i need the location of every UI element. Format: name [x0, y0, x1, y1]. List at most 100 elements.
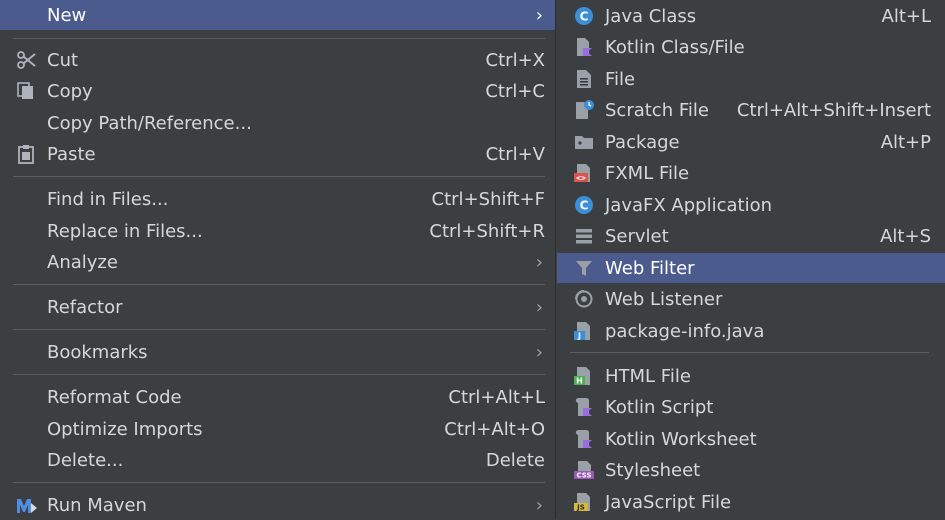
submenu-item-kotlin-class[interactable]: Kotlin Class/File — [557, 32, 945, 62]
class-letter: C — [580, 199, 589, 213]
submenu-item-scratch-file[interactable]: Scratch File Ctrl+Alt+Shift+Insert — [557, 95, 945, 125]
html-file-icon: H — [574, 366, 594, 386]
submenu-item-label: FXML File — [605, 162, 690, 184]
submenu-item-label: Kotlin Worksheet — [605, 428, 757, 450]
menu-separator — [13, 374, 545, 375]
submenu-item-label: Web Filter — [605, 257, 695, 279]
new-submenu: C Java Class Alt+L Kotlin Class/File Fil… — [557, 0, 945, 519]
menu-item-shortcut: Ctrl+V — [485, 143, 545, 165]
menu-item-paste[interactable]: Paste Ctrl+V — [0, 139, 555, 169]
submenu-item-label: package-info.java — [605, 320, 765, 342]
menu-item-label: Delete... — [47, 449, 124, 471]
menu-separator — [13, 38, 545, 39]
js-file-icon: JS — [574, 492, 594, 512]
html-letter: H — [576, 377, 583, 386]
submenu-item-shortcut: Alt+L — [881, 5, 931, 27]
submenu-item-web-filter[interactable]: Web Filter — [557, 253, 945, 283]
kotlin-script-icon — [574, 397, 594, 417]
menu-item-new[interactable]: New › — [0, 0, 555, 30]
java-file-icon: J — [574, 321, 594, 341]
copy-icon — [16, 81, 36, 101]
submenu-item-label: File — [605, 68, 636, 90]
menu-item-analyze[interactable]: Analyze › — [0, 247, 555, 277]
menu-item-label: Copy — [47, 80, 93, 102]
menu-item-label: Paste — [47, 143, 96, 165]
menu-item-label: New — [47, 4, 87, 26]
submenu-item-web-listener[interactable]: Web Listener — [557, 284, 945, 314]
menu-separator — [13, 482, 545, 483]
listener-icon — [574, 289, 594, 309]
css-text: CSS — [576, 472, 591, 480]
submenu-item-label: Kotlin Class/File — [605, 36, 745, 58]
menu-separator — [13, 329, 545, 330]
menu-item-label: Refactor — [47, 296, 123, 318]
submenu-item-html-file[interactable]: H HTML File — [557, 361, 945, 391]
submenu-item-fxml-file[interactable]: <> FXML File — [557, 158, 945, 188]
menu-item-refactor[interactable]: Refactor › — [0, 292, 555, 322]
submenu-item-label: Package — [605, 131, 680, 153]
menu-item-shortcut: Ctrl+C — [485, 80, 545, 102]
submenu-item-label: JavaFX Application — [605, 194, 773, 216]
submenu-item-java-class[interactable]: C Java Class Alt+L — [557, 1, 945, 31]
menu-item-shortcut: Ctrl+Alt+O — [444, 418, 545, 440]
js-text: JS — [576, 504, 585, 512]
submenu-item-kotlin-worksheet[interactable]: Kotlin Worksheet — [557, 424, 945, 454]
file-icon — [574, 69, 594, 89]
submenu-item-servlet[interactable]: Servlet Alt+S — [557, 221, 945, 251]
clipboard-icon — [16, 144, 36, 164]
javafx-class-icon: C — [574, 195, 594, 215]
submenu-separator — [570, 352, 929, 353]
submenu-item-file[interactable]: File — [557, 64, 945, 94]
submenu-item-javafx-application[interactable]: C JavaFX Application — [557, 190, 945, 220]
submenu-item-stylesheet[interactable]: CSS Stylesheet — [557, 455, 945, 485]
menu-item-label: Bookmarks — [47, 341, 148, 363]
submenu-arrow-icon: › — [535, 341, 543, 363]
menu-item-label: Optimize Imports — [47, 418, 203, 440]
submenu-item-package[interactable]: Package Alt+P — [557, 127, 945, 157]
menu-item-delete[interactable]: Delete... Delete — [0, 445, 555, 475]
menu-item-copy-path[interactable]: Copy Path/Reference... — [0, 108, 555, 138]
submenu-item-javascript-file[interactable]: JS JavaScript File — [557, 487, 945, 517]
submenu-item-label: Stylesheet — [605, 459, 701, 481]
java-letter: J — [577, 332, 581, 341]
submenu-item-kotlin-script[interactable]: Kotlin Script — [557, 392, 945, 422]
menu-item-label: Replace in Files... — [47, 220, 203, 242]
menu-item-shortcut: Ctrl+X — [485, 49, 545, 71]
kotlin-worksheet-icon — [574, 429, 594, 449]
scratch-file-icon — [574, 100, 594, 120]
menu-item-run-maven[interactable]: Run Maven › — [0, 490, 555, 520]
menu-item-cut[interactable]: Cut Ctrl+X — [0, 45, 555, 75]
menu-item-optimize-imports[interactable]: Optimize Imports Ctrl+Alt+O — [0, 414, 555, 444]
css-file-icon: CSS — [574, 460, 594, 480]
submenu-item-label: Java Class — [605, 5, 697, 27]
menu-item-replace-in-files[interactable]: Replace in Files... Ctrl+Shift+R — [0, 216, 555, 246]
submenu-item-label: Servlet — [605, 225, 669, 247]
submenu-item-shortcut: Ctrl+Alt+Shift+Insert — [736, 99, 931, 121]
menu-item-label: Find in Files... — [47, 188, 169, 210]
menu-item-shortcut: Delete — [485, 449, 545, 471]
menu-item-label: Run Maven — [47, 494, 147, 516]
submenu-arrow-icon: › — [535, 296, 543, 318]
menu-item-bookmarks[interactable]: Bookmarks › — [0, 337, 555, 367]
submenu-item-label: Kotlin Script — [605, 396, 714, 418]
submenu-arrow-icon: › — [535, 494, 543, 516]
submenu-item-label: HTML File — [605, 365, 691, 387]
submenu-item-label: JavaScript File — [605, 491, 732, 513]
menu-item-label: Analyze — [47, 251, 118, 273]
context-menu: New › Cut Ctrl+X Copy Ctrl+C Copy Path/R… — [0, 0, 556, 519]
servlet-icon — [574, 226, 594, 246]
menu-item-copy[interactable]: Copy Ctrl+C — [0, 76, 555, 106]
kotlin-file-icon — [574, 37, 594, 57]
submenu-arrow-icon: › — [535, 4, 543, 26]
menu-item-label: Copy Path/Reference... — [47, 112, 252, 134]
submenu-item-label: Web Listener — [605, 288, 723, 310]
menu-item-reformat-code[interactable]: Reformat Code Ctrl+Alt+L — [0, 382, 555, 412]
filter-icon — [574, 258, 594, 278]
submenu-arrow-icon: › — [535, 251, 543, 273]
menu-item-find-in-files[interactable]: Find in Files... Ctrl+Shift+F — [0, 184, 555, 214]
class-letter: C — [580, 10, 589, 24]
fxml-file-icon: <> — [574, 163, 594, 183]
fxml-code-glyph: <> — [576, 174, 586, 183]
maven-icon — [16, 495, 37, 515]
submenu-item-package-info[interactable]: J package-info.java — [557, 316, 945, 346]
